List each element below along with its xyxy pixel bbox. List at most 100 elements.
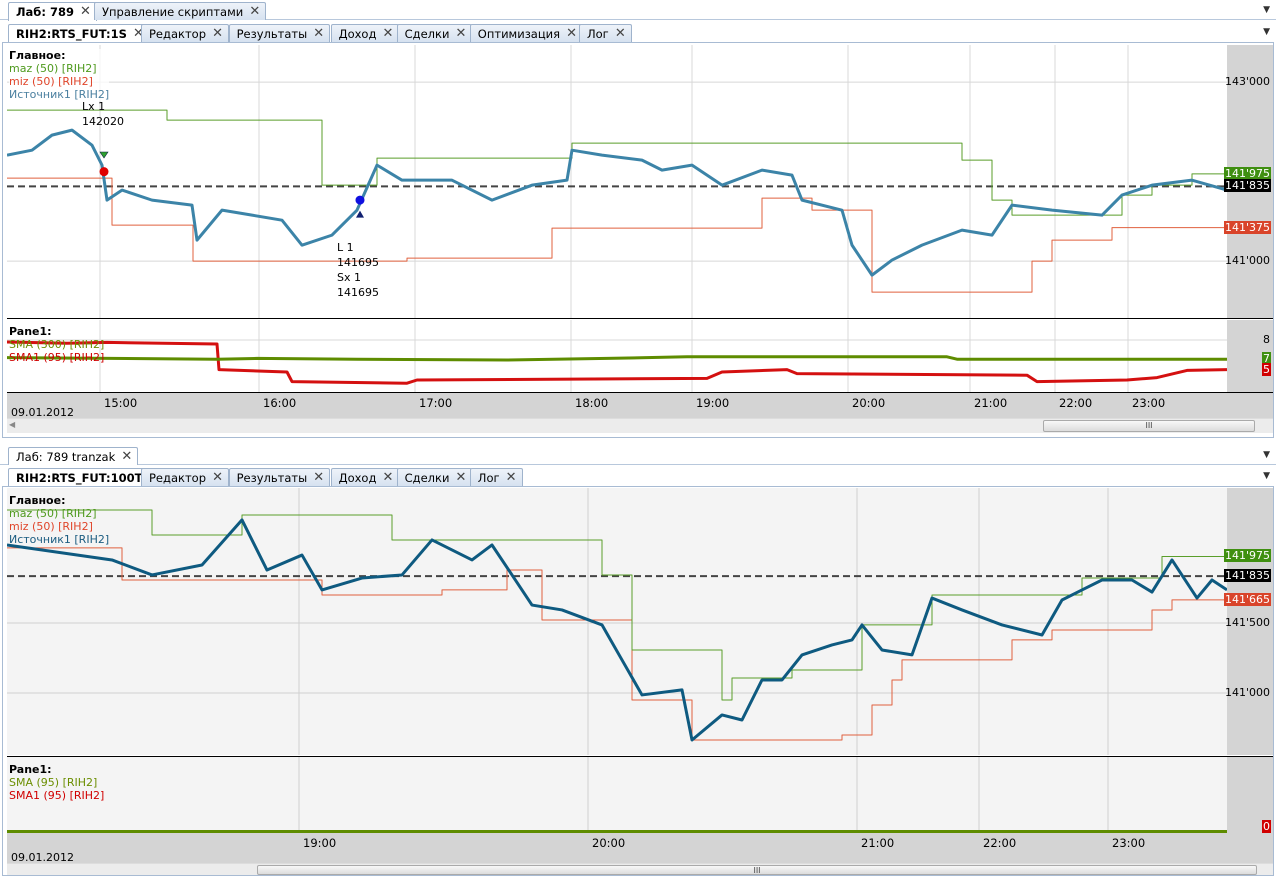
price-tick-label: 141'000 <box>1224 685 1270 699</box>
top-main-pane[interactable] <box>7 45 1227 318</box>
bottom-scrollbar[interactable]: III <box>7 863 1273 875</box>
time-tick-label: 18:00 <box>575 396 609 410</box>
chevron-down-icon[interactable]: ▼ <box>1263 5 1270 15</box>
time-tick-label: 17:00 <box>419 396 453 410</box>
time-tick-label: 21:00 <box>861 836 895 850</box>
tab-1[interactable]: Редактор ✕ <box>141 468 229 486</box>
close-icon[interactable]: ✕ <box>506 470 517 485</box>
trade-annotation-l-sx: L 1 141695 Sx 1 141695 <box>337 241 379 299</box>
last-value-tag: 141'375 <box>1223 220 1271 234</box>
pane-divider[interactable] <box>7 318 1273 319</box>
legend-item-maz[interactable]: maz (50) [RIH2] <box>9 507 97 520</box>
bottom-price-axis: 141'500 141'000 141'975 141'835 141'665 <box>1223 488 1273 755</box>
last-value-tag: 141'975 <box>1223 166 1271 180</box>
tab-1[interactable]: Редактор ✕ <box>141 24 229 42</box>
close-icon[interactable]: ✕ <box>80 4 91 19</box>
tab-6[interactable]: Лог ✕ <box>579 24 632 42</box>
sell-arrow-down-icon <box>99 151 109 159</box>
close-icon[interactable]: ✕ <box>566 26 577 41</box>
tab-label: Лог <box>477 471 500 485</box>
legend-item-miz[interactable]: miz (50) [RIH2] <box>9 75 93 88</box>
bottom-main-legend: Главное: maz (50) [RIH2] miz (50) [RIH2]… <box>9 494 109 546</box>
tab-3[interactable]: Доход ✕ <box>330 468 400 486</box>
top-scrollbar[interactable]: ◀ III <box>7 418 1273 433</box>
trade-dot-marker <box>99 167 109 177</box>
legend-item-sma1[interactable]: SMA1 (95) [RIH2] <box>9 351 104 364</box>
bottom-pane1[interactable] <box>7 757 1227 833</box>
tab-5[interactable]: Лог ✕ <box>469 468 523 486</box>
chart-svg <box>7 757 1227 833</box>
chevron-down-icon[interactable]: ▼ <box>1263 471 1270 481</box>
tab-3[interactable]: Доход ✕ <box>330 24 400 42</box>
series-line-SMA <box>7 355 1227 362</box>
last-value-tag: 0 <box>1262 820 1271 833</box>
last-value-tag: 141'835 <box>1223 569 1271 583</box>
close-icon[interactable]: ✕ <box>615 26 626 41</box>
close-icon[interactable]: ✕ <box>383 470 394 485</box>
bottom-chart-panel: 141'500 141'000 141'975 141'835 141'665 0 09… <box>2 486 1274 876</box>
series-line-Источник1 <box>7 128 1227 277</box>
legend-item-maz[interactable]: maz (50) [RIH2] <box>9 62 97 75</box>
close-icon[interactable]: ✕ <box>212 26 223 41</box>
bottom-pane1-axis: 0 <box>1227 757 1273 833</box>
legend-item-source[interactable]: Источник1 [RIH2] <box>9 533 109 546</box>
top-main-legend: Главное: maz (50) [RIH2] miz (50) [RIH2]… <box>9 49 110 101</box>
time-tick-label: 22:00 <box>983 836 1017 850</box>
legend-item-sma[interactable]: SMA (95) [RIH2] <box>9 776 97 789</box>
doc-tab-lab-789[interactable]: Лаб: 789 ✕ <box>8 2 97 21</box>
tab-label: Доход <box>338 471 377 485</box>
legend-title: Pane1: <box>9 763 52 776</box>
time-tick-label: 15:00 <box>104 396 138 410</box>
time-tick-label: 16:00 <box>263 396 297 410</box>
tab-4[interactable]: Сделки ✕ <box>396 468 473 486</box>
series-line-SMA1 <box>7 340 1227 385</box>
bottom-tabstrip: RIH2:RTS_FUT:100T✕Редактор✕Результаты✕До… <box>0 466 1276 487</box>
tab-4[interactable]: Сделки ✕ <box>396 24 473 42</box>
doc-tab-lab-789-tranzak[interactable]: Лаб: 789 tranzak ✕ <box>8 447 139 465</box>
time-tick-label: 23:00 <box>1132 396 1166 410</box>
bottom-main-pane[interactable] <box>7 488 1227 755</box>
tab-label: Результаты <box>236 27 308 41</box>
doc-tab-script-management[interactable]: Управление скриптами ✕ <box>94 2 267 20</box>
bottom-pane1-legend: Pane1: SMA (95) [RIH2] SMA1 (95) [RIH2] <box>9 763 104 802</box>
close-icon[interactable]: ✕ <box>456 26 467 41</box>
scroll-left-icon[interactable]: ◀ <box>9 420 15 429</box>
scroll-thumb[interactable]: III <box>1043 420 1255 432</box>
bottom-time-axis: 09.01.2012 19:00 20:00 21:00 22:00 23:00 <box>7 833 1273 865</box>
close-icon[interactable]: ✕ <box>313 26 324 41</box>
legend-title: Главное: <box>9 49 66 62</box>
top-pane1[interactable] <box>7 320 1227 392</box>
chevron-down-icon[interactable]: ▼ <box>1263 450 1270 460</box>
series-line-maz <box>7 109 1227 216</box>
chart-svg <box>7 488 1227 755</box>
top-tabstrip: RIH2:RTS_FUT:1S ✕ Редактор ✕ Результаты ✕ Дохо… <box>0 22 1276 43</box>
tab-2[interactable]: Результаты ✕ <box>228 24 331 42</box>
tab-label: Редактор <box>149 27 206 41</box>
legend-item-miz[interactable]: miz (50) [RIH2] <box>9 520 93 533</box>
series-line-miz <box>7 177 1227 293</box>
tab-label: Лаб: 789 tranzak <box>16 450 116 464</box>
tab-label: RIH2:RTS_FUT:100T <box>16 471 143 485</box>
tab-label: Управление скриптами <box>102 5 244 19</box>
top-chart-panel: 143'000 141'000 141'975 141'835 141'375 875 … <box>2 42 1274 438</box>
tab-5[interactable]: Оптимизация ✕ <box>469 24 584 42</box>
close-icon[interactable]: ✕ <box>121 449 132 464</box>
legend-item-sma[interactable]: SMA (300) [RIH2] <box>9 338 104 351</box>
chevron-down-icon[interactable]: ▼ <box>1263 27 1270 37</box>
close-icon[interactable]: ✕ <box>249 4 260 19</box>
close-icon[interactable]: ✕ <box>313 470 324 485</box>
close-icon[interactable]: ✕ <box>383 26 394 41</box>
close-icon[interactable]: ✕ <box>456 470 467 485</box>
tab-label: Лаб: 789 <box>16 5 74 19</box>
close-icon[interactable]: ✕ <box>212 470 223 485</box>
tab-2[interactable]: Результаты ✕ <box>228 468 331 486</box>
tab-0[interactable]: RIH2:RTS_FUT:1S ✕ <box>8 24 150 43</box>
time-tick-label: 19:00 <box>696 396 730 410</box>
tab-label: Доход <box>338 27 377 41</box>
tab-label: Сделки <box>404 27 450 41</box>
tab-label: Лог <box>587 27 609 41</box>
legend-item-sma1[interactable]: SMA1 (95) [RIH2] <box>9 789 104 802</box>
tab-label: Оптимизация <box>477 27 561 41</box>
series-line-maz <box>7 509 1227 701</box>
top-doc-tabstrip: Лаб: 789 ✕ Управление скриптами ✕ ▼ <box>0 0 1276 21</box>
